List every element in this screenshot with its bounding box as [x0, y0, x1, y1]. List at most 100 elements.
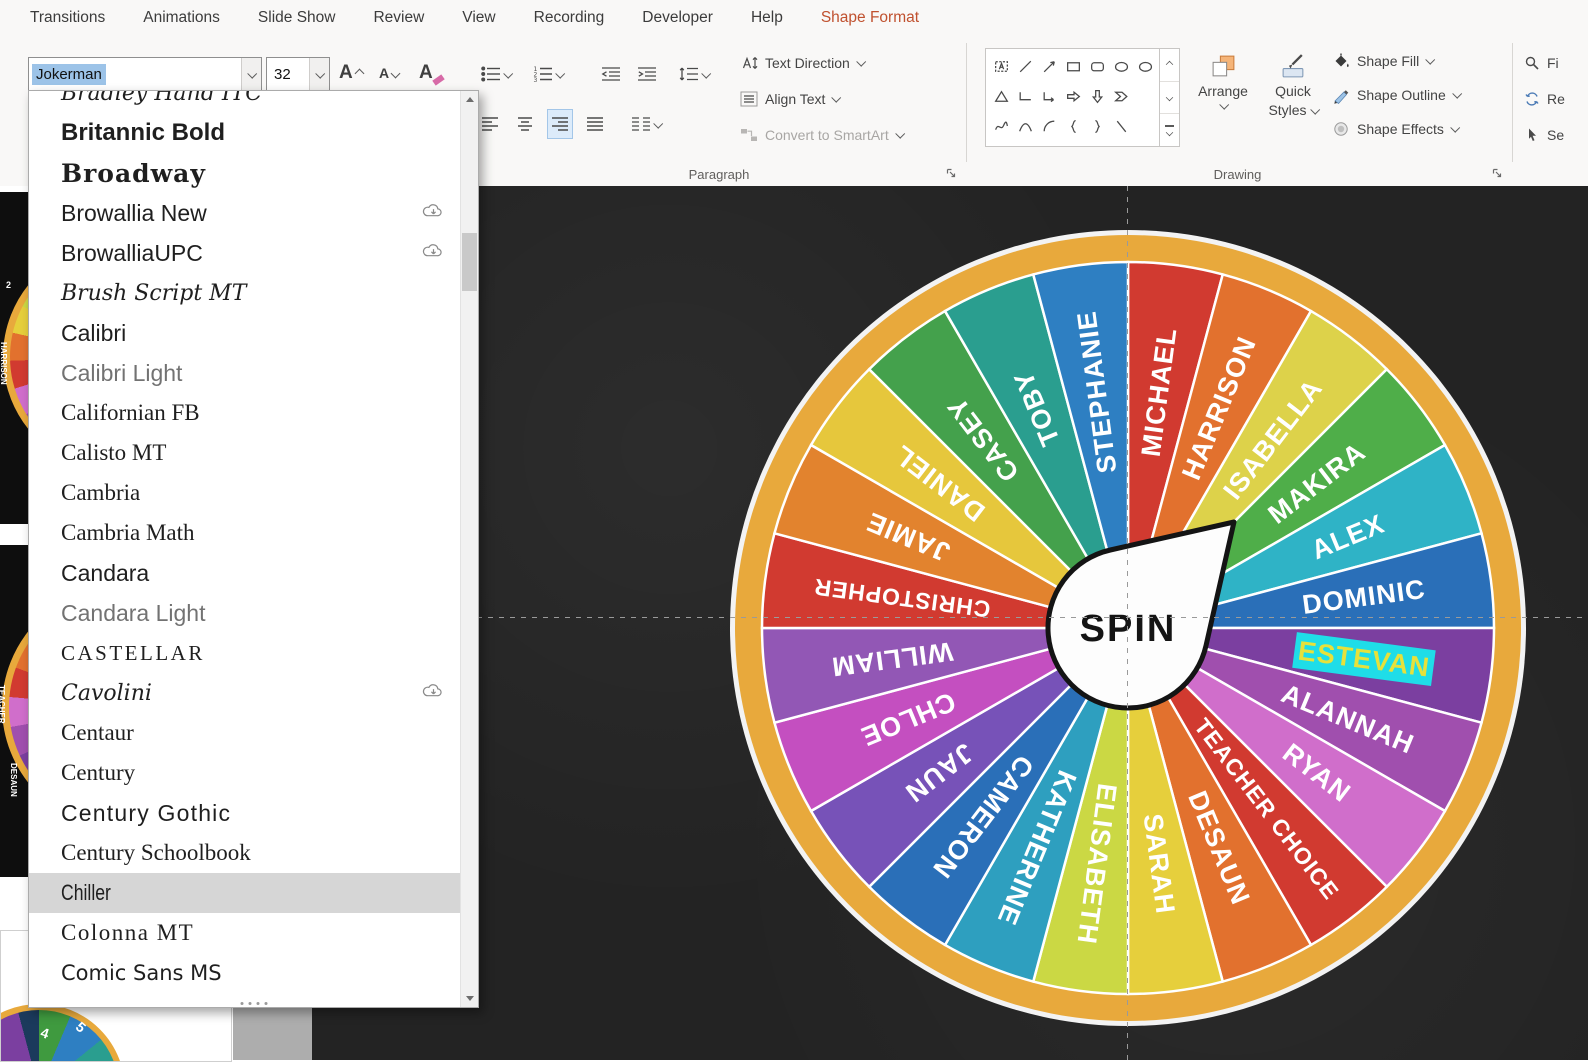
select-button[interactable]: Se [1524, 121, 1564, 148]
align-right-button[interactable] [547, 109, 573, 139]
font-option-castellar[interactable]: CASTELLAR [29, 633, 461, 673]
font-option-centaur[interactable]: Centaur [29, 713, 461, 753]
shape-left-brace-icon[interactable] [1061, 112, 1085, 140]
shape-effects-button[interactable]: Shape Effects [1332, 115, 1461, 142]
replace-button[interactable]: Re [1524, 85, 1565, 112]
dropdown-resize-grip[interactable] [240, 1002, 267, 1005]
font-option-britannic-bold[interactable]: Britannic Bold [29, 113, 461, 153]
gallery-scroll-up-button[interactable] [1160, 49, 1179, 82]
svg-text:3: 3 [534, 77, 538, 82]
shape-text-box-icon[interactable] [989, 52, 1013, 80]
font-option-cambria-math[interactable]: Cambria Math [29, 513, 461, 553]
font-option-colonna-mt[interactable]: Colonna MT [29, 913, 461, 953]
shape-line-icon[interactable] [1013, 52, 1037, 80]
shape-elbow-arrow-icon[interactable] [1037, 82, 1061, 110]
group-separator [1512, 43, 1513, 162]
font-option-calibri[interactable]: Calibri [29, 313, 461, 353]
font-dropdown-scrollbar[interactable] [460, 91, 478, 1007]
font-option-candara-light[interactable]: Candara Light [29, 593, 461, 633]
font-option-broadway[interactable]: Broadway [29, 153, 461, 193]
menu-tab-recording[interactable]: Recording [534, 9, 605, 27]
clear-formatting-button[interactable]: A [416, 59, 447, 87]
drawing-dialog-launcher[interactable] [1490, 166, 1504, 180]
font-option-chiller[interactable]: Chiller [29, 873, 461, 913]
menu-tab-help[interactable]: Help [751, 9, 783, 27]
font-option-label: Century Gothic [61, 799, 232, 826]
font-size-combo[interactable]: 32 [266, 57, 330, 92]
shape-rectangle-icon[interactable] [1061, 52, 1085, 80]
quick-styles-button[interactable]: Quick Styles [1262, 48, 1324, 150]
font-option-calibri-light[interactable]: Calibri Light [29, 353, 461, 393]
menu-tab-developer[interactable]: Developer [642, 9, 713, 27]
slide-thumbnail-1[interactable]: 2 HARRISON [0, 192, 28, 524]
justify-button[interactable] [583, 110, 607, 138]
shape-line-arrow-icon[interactable] [1037, 52, 1061, 80]
find-button[interactable]: Fi [1524, 49, 1559, 76]
numbering-button[interactable]: 123 [530, 60, 566, 88]
font-option-cambria[interactable]: Cambria [29, 473, 461, 513]
shape-rounded-rectangle-icon[interactable] [1085, 52, 1109, 80]
scroll-up-button[interactable] [461, 91, 478, 108]
arrange-button[interactable]: Arrange [1190, 48, 1256, 150]
font-option-century-gothic[interactable]: Century Gothic [29, 793, 461, 833]
scrollbar-thumb[interactable] [462, 233, 477, 291]
font-option-calisto-mt[interactable]: Calisto MT [29, 433, 461, 473]
increase-font-size-button[interactable]: A [336, 59, 366, 87]
decrease-font-size-button[interactable]: A [376, 59, 402, 87]
font-option-browallia-new[interactable]: Browallia New [29, 193, 461, 233]
menu-tab-slide-show[interactable]: Slide Show [258, 9, 336, 27]
font-option-browalliaupc[interactable]: BrowalliaUPC [29, 233, 461, 273]
increase-indent-button[interactable] [634, 60, 660, 88]
convert-to-smartart-button[interactable]: Convert to SmartArt [740, 121, 905, 148]
font-option-comic-sans-ms[interactable]: Comic Sans MS [29, 953, 461, 993]
align-left-button[interactable] [478, 110, 502, 138]
chevron-down-icon [315, 68, 326, 79]
line-spacing-button[interactable] [676, 60, 712, 88]
decrease-indent-button[interactable] [598, 60, 624, 88]
align-text-button[interactable]: Align Text [740, 85, 842, 112]
font-name-dropdown-arrow[interactable] [241, 58, 261, 91]
font-option-californian-fb[interactable]: Californian FB [29, 393, 461, 433]
font-option-century-schoolbook[interactable]: Century Schoolbook [29, 833, 461, 873]
slide-canvas[interactable]: MICHAEL HARRISON ISABELLA MAKIRA ALEX DOMINIC… [312, 186, 1588, 1060]
font-option-bradley-hand-itc[interactable]: Bradley Hand ITC [29, 91, 461, 113]
align-center-button[interactable] [513, 110, 537, 138]
vertical-guide [1127, 186, 1128, 1060]
shape-triangle-icon[interactable] [989, 82, 1013, 110]
shape-right-brace-icon[interactable] [1085, 112, 1109, 140]
font-option-cavolini[interactable]: Cavolini [29, 673, 461, 713]
font-size-dropdown-arrow[interactable] [309, 58, 329, 91]
font-option-brush-script-mt[interactable]: Brush Script MT [29, 273, 461, 313]
font-name-combo[interactable]: Jokerman [28, 57, 262, 92]
group-separator [966, 43, 967, 162]
font-option-candara[interactable]: Candara [29, 553, 461, 593]
menu-tab-view[interactable]: View [462, 9, 495, 27]
shape-oval-icon[interactable] [1109, 52, 1133, 80]
paragraph-dialog-launcher[interactable] [944, 166, 958, 180]
shape-fill-button[interactable]: Shape Fill [1332, 47, 1436, 74]
shape-right-arrow-icon[interactable] [1061, 82, 1085, 110]
shape-outline-button[interactable]: Shape Outline [1332, 81, 1462, 108]
menu-tab-review[interactable]: Review [373, 9, 424, 27]
shape-elbow-connector-icon[interactable] [1013, 82, 1037, 110]
shape-curve-icon[interactable] [1013, 112, 1037, 140]
columns-button[interactable] [628, 110, 664, 138]
menu-tab-animations[interactable]: Animations [143, 9, 220, 27]
dialog-launcher-icon [1492, 168, 1502, 178]
shape-oval-alt-icon[interactable] [1133, 52, 1157, 80]
menu-tab-shape-format[interactable]: Shape Format [821, 9, 919, 27]
slide-thumbnail-2[interactable]: TEACHER DESAUN [0, 545, 28, 877]
font-option-century[interactable]: Century [29, 753, 461, 793]
scroll-down-button[interactable] [461, 990, 478, 1007]
shape-chevron-icon[interactable] [1109, 82, 1133, 110]
shape-diagonal-line-icon[interactable] [1109, 112, 1133, 140]
shape-down-arrow-icon[interactable] [1085, 82, 1109, 110]
gallery-more-button[interactable] [1160, 114, 1179, 146]
bullets-button[interactable] [478, 60, 514, 88]
menu-tab-transitions[interactable]: Transitions [30, 9, 105, 27]
gallery-scroll-down-button[interactable] [1160, 82, 1179, 115]
text-direction-button[interactable]: Text Direction [740, 49, 866, 76]
spinning-wheel[interactable]: MICHAELHARRISONISABELLAMAKIRAALEXDOMINIC… [723, 223, 1533, 1033]
shape-arc-icon[interactable] [1037, 112, 1061, 140]
shape-scribble-icon[interactable] [989, 112, 1013, 140]
